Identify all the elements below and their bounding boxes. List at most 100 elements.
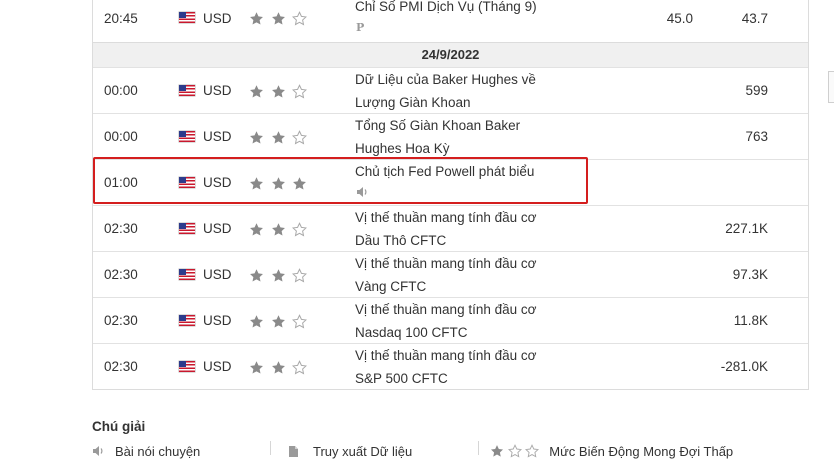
importance-stars — [249, 11, 310, 26]
table-row[interactable]: 02:30 USD Vị thế thuần mang tính đầu cơ … — [93, 205, 808, 251]
importance-stars — [249, 314, 310, 329]
event-name-line: Dữ Liệu của Baker Hughes về — [355, 72, 536, 87]
date-header: 24/9/2022 — [93, 42, 808, 67]
event-time: 00:00 — [104, 129, 138, 144]
star-filled-icon — [250, 12, 263, 25]
actual-value: -281.0K — [720, 359, 768, 374]
table-row[interactable]: 02:30 USD Vị thế thuần mang tính đầu cơ … — [93, 251, 808, 297]
table-row[interactable]: 00:00 USD Tổng Số Giàn Khoan Baker Hughe… — [93, 113, 808, 159]
legend-title: Chú giải — [92, 419, 146, 434]
event-name[interactable]: Chỉ Số PMI Dịch Vụ (Tháng 9) — [355, 0, 537, 15]
star-filled-icon — [250, 85, 263, 98]
event-name[interactable]: Dữ Liệu của Baker Hughes về Lượng Giàn K… — [355, 68, 536, 114]
table-row[interactable]: 02:30 USD Vị thế thuần mang tính đầu cơ … — [93, 343, 808, 389]
us-flag-icon — [179, 269, 195, 280]
event-currency: USD — [203, 83, 232, 98]
star-empty-icon — [292, 11, 308, 26]
star-filled-icon — [250, 269, 263, 282]
us-flag-icon — [179, 361, 195, 372]
table-row[interactable]: 02:30 USD Vị thế thuần mang tính đầu cơ … — [93, 297, 808, 343]
star-filled-icon — [490, 445, 504, 457]
event-name-line: Lượng Giàn Khoan — [355, 95, 471, 110]
actual-value: 11.8K — [733, 313, 768, 328]
event-name[interactable]: Vị thế thuần mang tính đầu cơ Nasdaq 100… — [355, 298, 536, 344]
importance-stars — [249, 130, 310, 145]
legend-divider — [478, 441, 479, 455]
star-filled-icon — [271, 223, 285, 236]
star-filled-icon — [250, 315, 263, 328]
side-tab-stub[interactable] — [828, 71, 834, 103]
legend-data-retrieval-label: Truy xuất Dữ liệu — [313, 444, 413, 459]
us-flag-icon — [179, 315, 195, 326]
star-empty-icon — [292, 268, 308, 283]
star-filled-icon — [250, 361, 263, 374]
actual-value: 763 — [745, 129, 768, 144]
legend-low-volatility-label: Mức Biến Động Mong Đợi Thấp — [549, 444, 734, 459]
event-name[interactable]: Vị thế thuần mang tính đầu cơ Vàng CFTC — [355, 252, 536, 298]
event-name-line: Nasdaq 100 CFTC — [355, 325, 468, 340]
legend-low-volatility: Mức Biến Động Mong Đợi Thấp — [490, 444, 733, 461]
previous-value: 45.0 — [666, 11, 693, 26]
legend-speech: Bài nói chuyện — [92, 444, 200, 459]
event-name-line: S&P 500 CFTC — [355, 371, 448, 386]
star-empty-icon — [525, 444, 540, 458]
event-name-line: Dầu Thô CFTC — [355, 233, 447, 248]
us-flag-icon — [179, 131, 195, 142]
legend-speech-label: Bài nói chuyện — [115, 444, 201, 459]
actual-value: 97.3K — [732, 267, 768, 282]
star-filled-icon — [271, 85, 285, 98]
event-currency: USD — [203, 129, 232, 144]
event-time: 02:30 — [104, 313, 138, 328]
legend-data-retrieval: Truy xuất Dữ liệu — [288, 444, 412, 459]
star-filled-icon — [271, 12, 285, 25]
highlight-box — [93, 157, 588, 204]
event-currency: USD — [203, 221, 232, 236]
event-currency: USD — [203, 11, 232, 26]
table-row[interactable]: 00:00 USD Dữ Liệu của Baker Hughes về Lư… — [93, 67, 808, 113]
importance-stars — [249, 268, 310, 283]
event-time: 02:30 — [104, 221, 138, 236]
star-filled-icon — [250, 223, 263, 236]
star-empty-icon — [292, 222, 308, 237]
star-empty-icon — [292, 314, 308, 329]
event-time: 00:00 — [104, 83, 138, 98]
legend-divider — [270, 441, 271, 455]
importance-stars — [249, 360, 310, 375]
star-filled-icon — [250, 131, 263, 144]
event-currency: USD — [203, 313, 232, 328]
event-name-line: Vàng CFTC — [355, 279, 427, 294]
star-filled-icon — [271, 361, 285, 374]
star-filled-icon — [271, 269, 285, 282]
star-empty-icon — [292, 84, 308, 99]
event-name[interactable]: Tổng Số Giàn Khoan Baker Hughes Hoa Kỳ — [355, 114, 520, 160]
event-time: 02:30 — [104, 267, 138, 282]
event-name-line: Vị thế thuần mang tính đầu cơ — [355, 256, 537, 271]
preliminary-badge: P — [356, 21, 365, 34]
us-flag-icon — [179, 12, 195, 23]
importance-stars — [249, 222, 310, 237]
actual-value: 599 — [745, 83, 768, 98]
star-empty-icon — [292, 130, 308, 145]
actual-value: 43.7 — [741, 11, 768, 26]
event-currency: USD — [203, 267, 232, 282]
event-name-line: Vị thế thuần mang tính đầu cơ — [355, 348, 537, 363]
speaker-icon — [93, 446, 103, 456]
event-name[interactable]: Vị thế thuần mang tính đầu cơ S&P 500 CF… — [355, 344, 536, 390]
event-time: 20:45 — [104, 11, 138, 26]
us-flag-icon — [179, 85, 195, 96]
actual-value: 227.1K — [725, 221, 768, 236]
importance-stars — [249, 84, 310, 99]
event-name-line: Vị thế thuần mang tính đầu cơ — [355, 302, 537, 317]
star-filled-icon — [271, 315, 285, 328]
event-time: 02:30 — [104, 359, 138, 374]
document-icon — [289, 446, 298, 457]
low-volatility-stars — [490, 444, 540, 461]
event-name-line: Tổng Số Giàn Khoan Baker — [355, 118, 521, 133]
event-currency: USD — [203, 359, 232, 374]
star-filled-icon — [271, 131, 285, 144]
event-name-line: Vị thế thuần mang tính đầu cơ — [355, 210, 537, 225]
event-name[interactable]: Vị thế thuần mang tính đầu cơ Dầu Thô CF… — [355, 206, 536, 252]
us-flag-icon — [179, 223, 195, 234]
star-empty-icon — [507, 444, 522, 458]
table-row[interactable]: 20:45 USD Chỉ Số PMI Dịch Vụ (Tháng 9) P… — [93, 0, 808, 42]
